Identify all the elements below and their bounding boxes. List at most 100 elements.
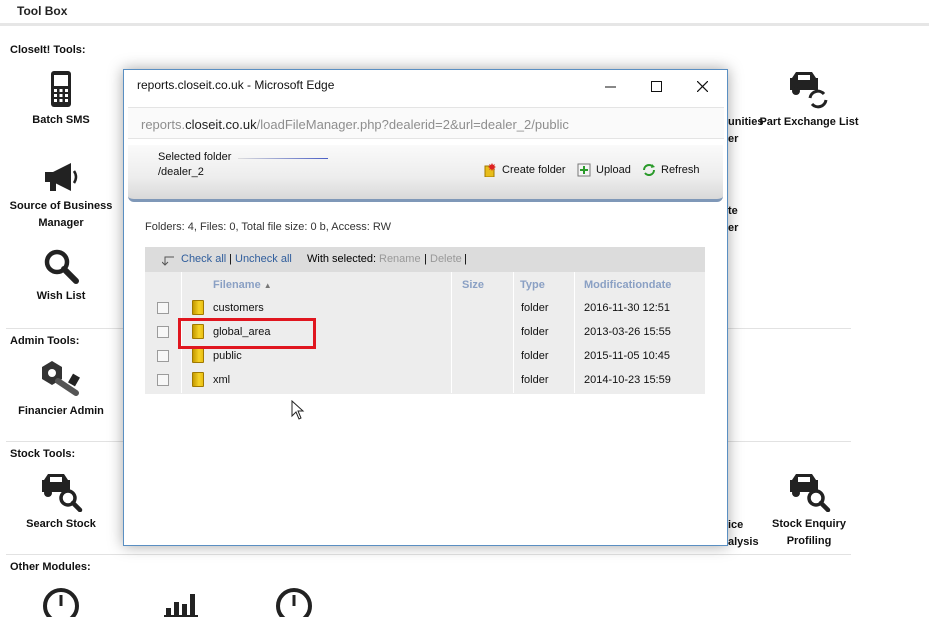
tool-stock-enquiry-profiling[interactable]: Stock Enquiry Profiling bbox=[754, 472, 864, 550]
refresh-button[interactable]: Refresh bbox=[642, 163, 700, 177]
tool-wish-list[interactable]: Wish List bbox=[6, 248, 116, 305]
bar-chart-icon bbox=[164, 594, 198, 617]
minimize-icon bbox=[604, 86, 616, 87]
file-manager-toolbar: Selected folder /dealer_2 Create folder … bbox=[128, 145, 723, 202]
row-date: 2016-11-30 12:51 bbox=[584, 302, 671, 314]
create-folder-icon bbox=[484, 163, 496, 177]
row-date: 2013-03-26 15:55 bbox=[584, 326, 671, 338]
tool-label: Stock Enquiry Profiling bbox=[772, 518, 846, 547]
with-selected-label: With selected: bbox=[307, 253, 377, 265]
partial-label: te bbox=[728, 205, 738, 217]
tool-label: Financier Admin bbox=[18, 405, 104, 417]
row-filename[interactable]: public bbox=[213, 350, 242, 362]
column-filename[interactable]: Filename ▲ bbox=[213, 279, 272, 291]
separator: | bbox=[229, 253, 232, 265]
section-stock-tools: Stock Tools: bbox=[10, 448, 76, 460]
folder-info: Folders: 4, Files: 0, Total file size: 0… bbox=[145, 221, 391, 233]
car-exchange-icon bbox=[790, 72, 828, 109]
maximize-button[interactable] bbox=[633, 72, 679, 100]
mouse-cursor-icon bbox=[291, 400, 305, 420]
tool-label: Part Exchange List bbox=[759, 116, 859, 128]
row-type: folder bbox=[521, 350, 549, 362]
rename-link[interactable]: Rename bbox=[379, 253, 421, 265]
table-header: Filename ▲ Size Type Modificationdate bbox=[145, 272, 705, 296]
column-size[interactable]: Size bbox=[462, 279, 484, 291]
separator: | bbox=[424, 253, 427, 265]
window-title: reports.closeit.co.uk - Microsoft Edge bbox=[137, 78, 335, 92]
divider bbox=[6, 554, 851, 555]
toolbox-header: Tool Box bbox=[0, 0, 929, 26]
section-admin-tools: Admin Tools: bbox=[10, 335, 80, 347]
row-filename[interactable]: xml bbox=[213, 374, 230, 386]
folder-icon bbox=[192, 348, 204, 363]
highlight-box bbox=[178, 318, 316, 349]
arrow-corner-icon bbox=[162, 256, 174, 266]
create-folder-button[interactable]: Create folder bbox=[483, 163, 566, 177]
minimize-button[interactable] bbox=[587, 72, 633, 100]
toolbox-title: Tool Box bbox=[17, 4, 68, 18]
tool-label: Batch SMS bbox=[32, 114, 90, 126]
close-button[interactable] bbox=[679, 72, 725, 100]
url-path: /loadFileManager.php?dealerid=2&url=deal… bbox=[256, 117, 569, 132]
partial-label: alysis bbox=[728, 536, 759, 548]
url-prefix: reports. bbox=[141, 117, 186, 132]
tool-financier-admin[interactable]: Financier Admin bbox=[6, 359, 116, 420]
column-modificationdate[interactable]: Modificationdate bbox=[584, 279, 671, 291]
delete-link[interactable]: Delete bbox=[430, 253, 462, 265]
partial-label: unities bbox=[728, 116, 764, 128]
address-bar[interactable]: reports.closeit.co.uk/loadFileManager.ph… bbox=[128, 107, 724, 139]
gauge-icon bbox=[276, 588, 312, 617]
browser-popup-window: reports.closeit.co.uk - Microsoft Edge r… bbox=[123, 69, 728, 546]
megaphone-icon bbox=[45, 163, 78, 191]
tool-batch-sms[interactable]: Batch SMS bbox=[6, 70, 116, 129]
tool-source-of-business-manager[interactable]: Source of Business Manager bbox=[6, 160, 116, 232]
refresh-label: Refresh bbox=[661, 164, 700, 176]
url-text[interactable]: reports.closeit.co.uk/loadFileManager.ph… bbox=[141, 117, 569, 132]
selected-folder-path: /dealer_2 bbox=[158, 166, 204, 178]
row-date: 2015-11-05 10:45 bbox=[584, 350, 671, 362]
separator: | bbox=[464, 253, 467, 265]
tool-label: Wish List bbox=[36, 290, 86, 302]
upload-button[interactable]: Upload bbox=[577, 163, 631, 177]
partial-label: ice bbox=[728, 519, 744, 531]
selected-folder-label: Selected folder bbox=[158, 151, 232, 163]
tool-search-stock[interactable]: Search Stock bbox=[6, 472, 116, 533]
check-all-link[interactable]: Check all bbox=[181, 253, 226, 265]
car-search-icon bbox=[42, 474, 83, 512]
url-domain: closeit.co.uk bbox=[185, 117, 257, 132]
tool-label: Source of Business Manager bbox=[9, 200, 113, 229]
folder-icon bbox=[192, 372, 204, 387]
divider bbox=[238, 158, 328, 159]
row-type: folder bbox=[521, 302, 549, 314]
row-type: folder bbox=[521, 374, 549, 386]
partial-label: er bbox=[728, 133, 739, 145]
section-closeit-tools: CloseIt! Tools: bbox=[10, 44, 86, 56]
hex-wrench-icon bbox=[42, 361, 80, 396]
row-checkbox[interactable] bbox=[157, 374, 169, 386]
create-folder-label: Create folder bbox=[502, 164, 566, 176]
row-checkbox[interactable] bbox=[157, 326, 169, 338]
section-other-modules: Other Modules: bbox=[10, 561, 91, 573]
uncheck-all-link[interactable]: Uncheck all bbox=[235, 253, 292, 265]
row-checkbox[interactable] bbox=[157, 350, 169, 362]
row-type: folder bbox=[521, 326, 549, 338]
table-row[interactable]: customers folder 2016-11-30 12:51 bbox=[145, 296, 705, 320]
table-row[interactable]: xml folder 2014-10-23 15:59 bbox=[145, 368, 705, 392]
row-checkbox[interactable] bbox=[157, 302, 169, 314]
mobile-phone-icon bbox=[51, 71, 71, 107]
sort-asc-icon: ▲ bbox=[263, 281, 272, 290]
partial-label: er bbox=[728, 222, 739, 234]
upload-label: Upload bbox=[596, 164, 631, 176]
row-filename[interactable]: customers bbox=[213, 302, 264, 314]
refresh-icon bbox=[643, 164, 655, 176]
tool-label: Search Stock bbox=[26, 518, 96, 530]
folder-icon bbox=[192, 300, 204, 315]
upload-icon bbox=[577, 163, 591, 177]
tool-part-exchange-list[interactable]: Part Exchange List bbox=[754, 70, 864, 131]
table-actions: Check all | Uncheck all With selected: R… bbox=[145, 247, 705, 272]
car-search-icon bbox=[790, 474, 831, 512]
maximize-icon bbox=[650, 80, 662, 92]
close-icon bbox=[696, 80, 708, 92]
column-type[interactable]: Type bbox=[520, 279, 545, 291]
magnifier-icon bbox=[44, 249, 79, 284]
